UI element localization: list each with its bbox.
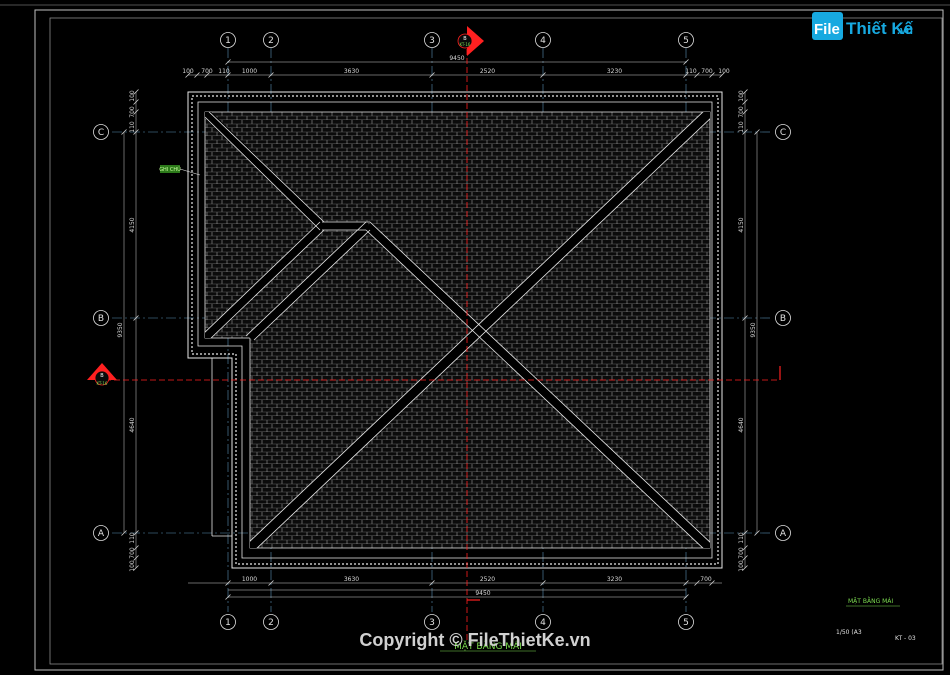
dim-bottom-seg-0: 1000 bbox=[242, 576, 257, 583]
bubble-bottom-5: 5 bbox=[678, 614, 694, 630]
section-sheet-ref: KT-16 bbox=[97, 381, 108, 386]
drawing-sheet-number: KT - 03 bbox=[895, 635, 916, 642]
bubble-left-B-label: B bbox=[98, 314, 104, 324]
dim-right-seg-1: 4640 bbox=[738, 417, 745, 432]
dim-top-small-0: 100 bbox=[182, 68, 194, 75]
logo-domain: .vn bbox=[897, 25, 913, 37]
section-marker-left: B KT-16 bbox=[87, 363, 117, 386]
roof-plan bbox=[187, 91, 723, 569]
logo-prefix: File bbox=[814, 21, 840, 38]
bubble-left-C: C bbox=[93, 124, 109, 140]
dim-right-small-3: 110 bbox=[738, 532, 745, 544]
bubble-top-3: 3 bbox=[424, 32, 440, 48]
dim-top-small-5: 100 bbox=[718, 68, 730, 75]
dim-top-seg-2: 2520 bbox=[480, 68, 495, 75]
dim-left-small-4: 700 bbox=[129, 547, 136, 559]
dim-top-seg-1: 3630 bbox=[344, 68, 359, 75]
dim-bottom-seg-2: 2520 bbox=[480, 576, 495, 583]
dim-bottom-seg-3: 3230 bbox=[607, 576, 622, 583]
bubble-right-C-label: C bbox=[780, 128, 786, 138]
bubble-top-2-label: 2 bbox=[268, 36, 274, 46]
bubble-bottom-4: 4 bbox=[535, 614, 551, 630]
section-marker-top: B KT-16 bbox=[457, 26, 484, 56]
note-callout: GHI CHÚ bbox=[159, 165, 201, 176]
dim-right-small-4: 700 bbox=[738, 547, 745, 559]
dim-top-small-3: 110 bbox=[685, 68, 697, 75]
bubble-bottom-2-label: 2 bbox=[268, 618, 274, 628]
bubble-right-C: C bbox=[775, 124, 791, 140]
dim-bottom-small-0: 700 bbox=[700, 576, 712, 583]
dim-right-total: 9350 bbox=[750, 322, 757, 337]
bubble-right-B: B bbox=[775, 310, 791, 326]
dim-top-small-2: 110 bbox=[218, 68, 230, 75]
bubble-top-5-label: 5 bbox=[683, 36, 689, 46]
dim-bottom-total: 9450 bbox=[475, 590, 490, 597]
copyright-watermark: Copyright © FileThietKe.vn bbox=[359, 630, 590, 650]
dim-top-total: 9450 bbox=[449, 55, 464, 62]
dim-left-small-2: 110 bbox=[129, 121, 136, 133]
dim-top-small-1: 700 bbox=[201, 68, 213, 75]
bubble-right-B-label: B bbox=[780, 314, 786, 324]
bubble-left-C-label: C bbox=[98, 128, 104, 138]
bubble-bottom-5-label: 5 bbox=[683, 618, 689, 628]
bubble-right-A: A bbox=[775, 525, 791, 541]
bubble-left-B: B bbox=[93, 310, 109, 326]
bubble-top-1-label: 1 bbox=[225, 36, 231, 46]
bubble-left-A-label: A bbox=[98, 529, 105, 539]
section-mark-letter: B bbox=[100, 373, 104, 379]
dim-left-seg-0: 4150 bbox=[129, 217, 136, 232]
bubble-top-5: 5 bbox=[678, 32, 694, 48]
dim-right-seg-0: 4150 bbox=[738, 217, 745, 232]
dim-top-seg-0: 1000 bbox=[242, 68, 257, 75]
dim-right-small-1: 700 bbox=[738, 106, 745, 118]
dim-left-total: 9350 bbox=[117, 322, 124, 337]
bubble-left-A: A bbox=[93, 525, 109, 541]
drawing-scale: 1/50 (A3 bbox=[836, 629, 862, 636]
bubble-top-3-label: 3 bbox=[429, 36, 435, 46]
site-logo: File Thiết Kế .vn bbox=[812, 12, 914, 40]
dim-top-seg-3: 3230 bbox=[607, 68, 622, 75]
bubble-bottom-3-label: 3 bbox=[429, 618, 435, 628]
bubble-top-2: 2 bbox=[263, 32, 279, 48]
bubble-bottom-4-label: 4 bbox=[540, 618, 546, 628]
bubble-top-4-label: 4 bbox=[540, 36, 546, 46]
dim-right-small-0: 100 bbox=[738, 90, 745, 102]
dim-left-small-1: 700 bbox=[129, 106, 136, 118]
dim-right-small-2: 110 bbox=[738, 121, 745, 133]
bubble-bottom-1-label: 1 bbox=[225, 618, 231, 628]
section-sheet-ref-top: KT-16 bbox=[460, 42, 471, 47]
bubble-bottom-2: 2 bbox=[263, 614, 279, 630]
dim-left-small-5: 100 bbox=[129, 560, 136, 572]
bubble-bottom-3: 3 bbox=[424, 614, 440, 630]
dim-right-small-5: 100 bbox=[738, 560, 745, 572]
dim-bottom-seg-1: 3630 bbox=[344, 576, 359, 583]
bubble-right-A-label: A bbox=[780, 529, 787, 539]
bubble-top-4: 4 bbox=[535, 32, 551, 48]
bubble-bottom-1: 1 bbox=[220, 614, 236, 630]
drawing-title: MẶT BẰNG MÁI bbox=[848, 597, 893, 605]
cad-drawing-canvas: 94501000 3630 2520 3230100 700 110 110 700 10010… bbox=[0, 4, 950, 671]
dim-left-small-3: 110 bbox=[129, 532, 136, 544]
title-block: MẶT BẰNG MÁI 1/50 (A3 KT - 03 bbox=[836, 597, 916, 642]
dim-left-small-0: 100 bbox=[129, 90, 136, 102]
dim-top-small-4: 700 bbox=[701, 68, 713, 75]
note-callout-text: GHI CHÚ bbox=[159, 166, 181, 173]
dim-left-seg-1: 4640 bbox=[129, 417, 136, 432]
bubble-top-1: 1 bbox=[220, 32, 236, 48]
